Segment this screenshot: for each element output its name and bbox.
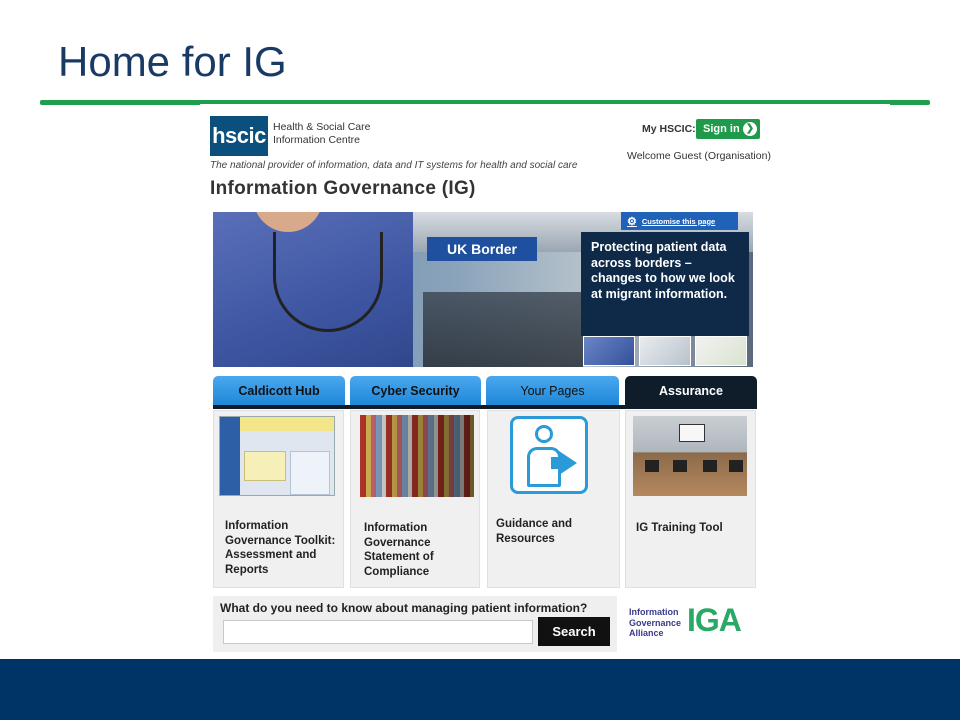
tab-assurance[interactable]: Assurance xyxy=(625,376,757,406)
stethoscope-icon xyxy=(273,232,383,332)
logo-name: Health & Social Care Information Centre xyxy=(273,121,371,146)
doctor-referral-icon xyxy=(510,416,588,494)
iga-line-2: Governance xyxy=(629,617,682,628)
search-panel: What do you need to know about managing … xyxy=(213,596,617,652)
tab-your-pages[interactable]: Your Pages xyxy=(486,376,619,406)
tab-cyber-security[interactable]: Cyber Security xyxy=(350,376,481,406)
card-label: Information Governance Toolkit: Assessme… xyxy=(225,520,336,576)
files-thumbnail xyxy=(360,415,474,497)
section-tabs: Caldicott Hub Cyber Security Your Pages … xyxy=(213,376,757,408)
site-tagline: The national provider of information, da… xyxy=(210,160,578,171)
card-training-tool[interactable]: IG Training Tool xyxy=(625,410,756,588)
sign-in-label: Sign in xyxy=(703,123,740,135)
hero-banner[interactable]: UK Border Protecting patient data across… xyxy=(213,212,753,367)
search-question: What do you need to know about managing … xyxy=(220,601,588,615)
my-hscic-label: My HSCIC: xyxy=(642,123,696,135)
card-label: Guidance and Resources xyxy=(496,518,573,545)
card-label: Information Governance Statement of Comp… xyxy=(364,522,434,578)
hero-caption[interactable]: Protecting patient data across borders –… xyxy=(581,232,749,336)
website-screenshot: hscic Health & Social Care Information C… xyxy=(200,104,890,656)
welcome-text: Welcome Guest (Organisation) xyxy=(627,150,771,162)
nurse-face xyxy=(253,212,323,232)
iga-logo-mark[interactable]: IGA xyxy=(687,602,742,639)
gear-icon: ⚙ xyxy=(627,215,637,228)
hscic-logo[interactable]: hscic xyxy=(210,116,268,156)
tab-caldicott-hub[interactable]: Caldicott Hub xyxy=(213,376,345,406)
iga-logo-text[interactable]: Information Governance Alliance xyxy=(629,607,681,639)
iga-line-3: Alliance xyxy=(629,628,664,638)
arrow-right-icon: ❯ xyxy=(743,122,757,136)
slide-title: Home for IG xyxy=(58,38,287,85)
card-ig-toolkit[interactable]: Information Governance Toolkit: Assessme… xyxy=(213,410,344,588)
customise-label: Customise this page xyxy=(641,216,716,226)
page-heading: Information Governance (IG) xyxy=(210,178,476,199)
hero-thumbnail[interactable] xyxy=(639,336,691,366)
slide: Home for IG hscic Health & Social Care I… xyxy=(0,0,960,720)
iga-line-1: Information xyxy=(629,607,679,617)
card-label: IG Training Tool xyxy=(636,522,723,534)
hero-thumbnail[interactable] xyxy=(583,336,635,366)
tab-underline xyxy=(213,405,757,409)
hero-thumbnail[interactable] xyxy=(695,336,747,366)
hero-crowd xyxy=(423,292,583,367)
card-ig-statement[interactable]: Information Governance Statement of Comp… xyxy=(350,410,480,588)
uk-border-sign: UK Border xyxy=(427,237,537,261)
card-guidance[interactable]: Guidance and Resources xyxy=(487,410,620,588)
training-room-thumbnail xyxy=(633,416,747,496)
search-button[interactable]: Search xyxy=(538,617,610,646)
sign-in-button[interactable]: Sign in ❯ xyxy=(696,119,760,139)
hero-nurse xyxy=(213,212,413,367)
footer-band xyxy=(0,659,960,720)
customise-page-button[interactable]: ⚙ Customise this page xyxy=(621,212,738,230)
hero-thumbnails xyxy=(583,336,751,366)
search-input[interactable] xyxy=(223,620,533,644)
toolkit-thumbnail xyxy=(219,416,335,496)
